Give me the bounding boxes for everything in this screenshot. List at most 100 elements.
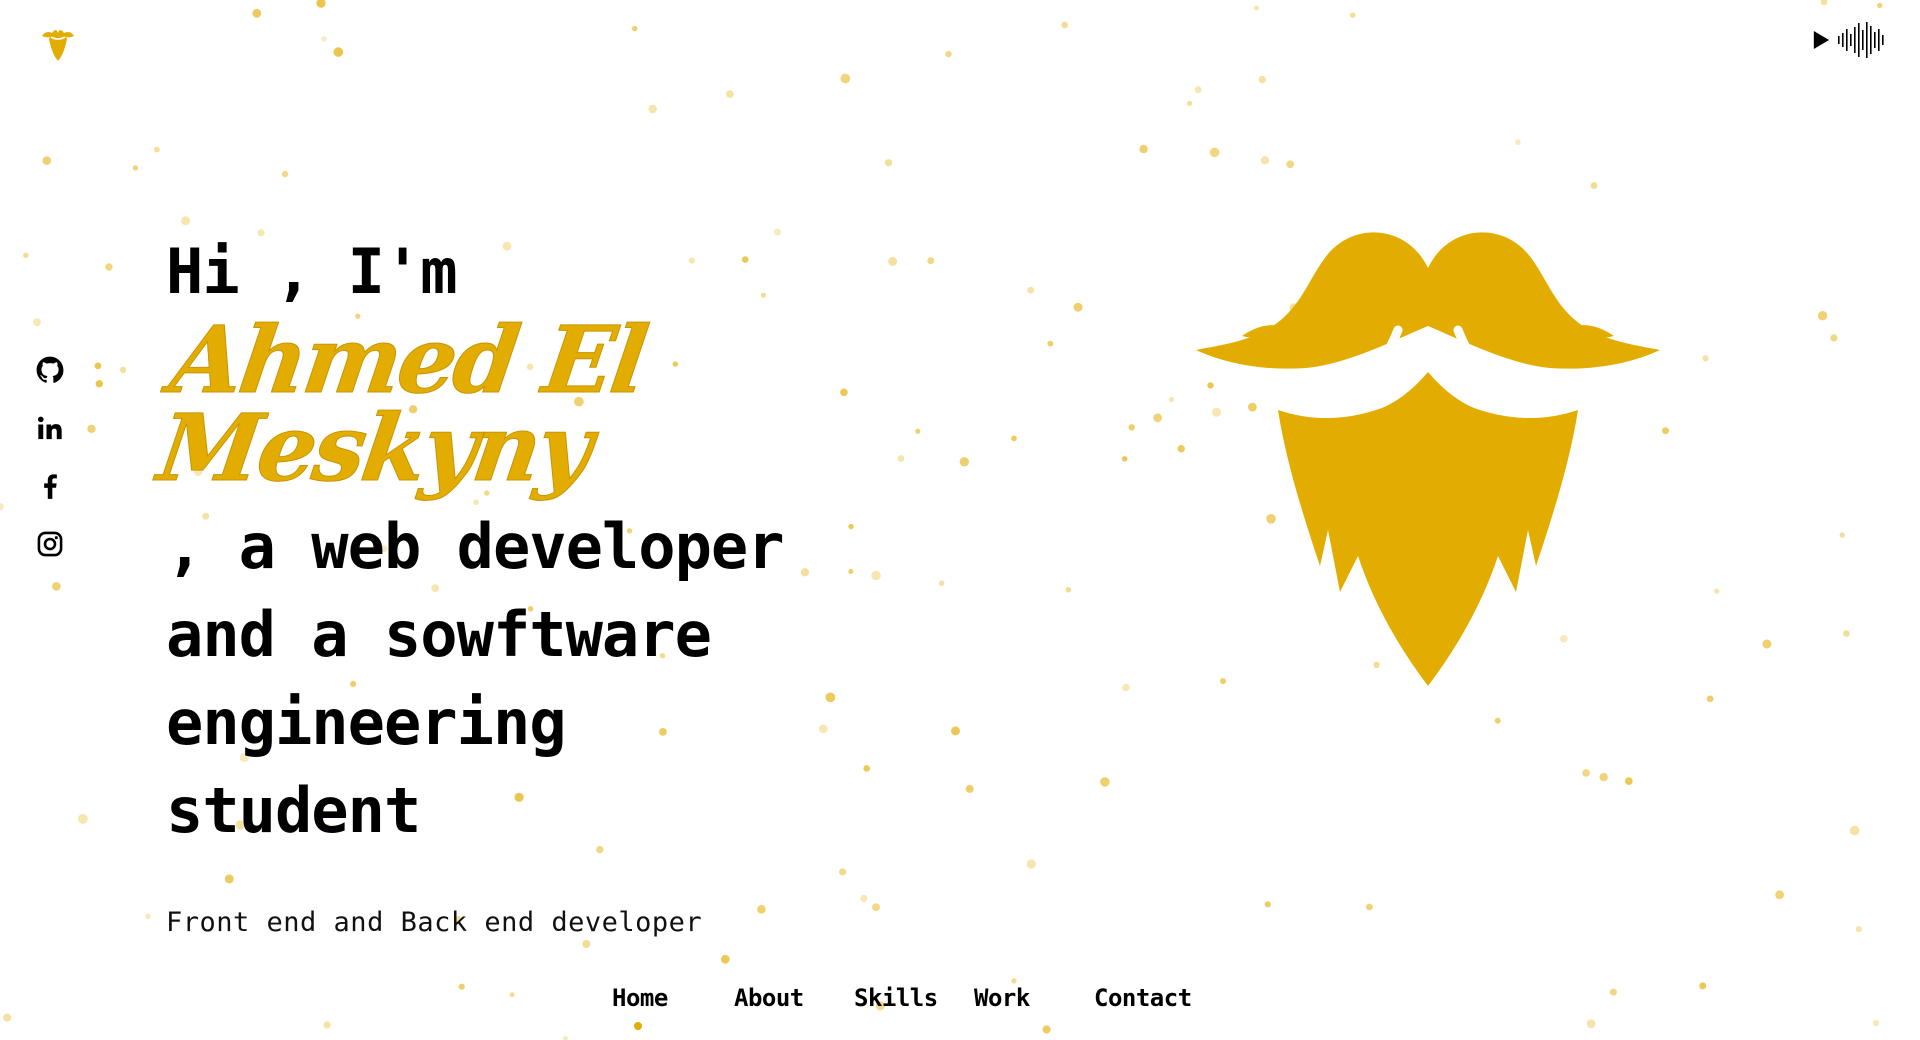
particle [1855,926,1862,933]
hero-heading: Hi , I'm Ahmed El Meskyny , a web develo… [152,228,1066,855]
nav-item-contact[interactable]: Contact [1094,984,1192,1012]
particle [1286,160,1295,169]
particle [1349,12,1356,18]
nav-item-about[interactable]: About [734,984,804,1012]
particle [1366,903,1373,911]
particle [1839,532,1845,538]
particle [1042,1025,1051,1034]
particle [1128,424,1135,431]
particle [1662,427,1669,435]
particle [1494,717,1501,724]
sound-wave-bar [1870,26,1872,54]
particle [1515,139,1521,146]
particle [582,940,591,948]
particle [321,36,327,42]
particle [1168,396,1175,403]
particle [1139,144,1148,154]
linkedin-icon [37,416,62,440]
sound-wave-bar [1878,29,1880,51]
particle [77,813,88,824]
linkedin-link[interactable] [36,414,64,442]
sound-wave-bar [1874,32,1876,48]
particle [632,25,638,32]
particle [1061,21,1068,29]
particle [1706,695,1714,703]
audio-toggle[interactable] [1812,22,1888,58]
github-icon [36,356,64,383]
sound-wave-bar [1862,30,1864,50]
particle [1260,156,1270,165]
hero: Hi , I'm Ahmed El Meskyny , a web develo… [152,228,1066,938]
particle [1843,630,1850,637]
particle [1582,769,1590,777]
nav-active-indicator [634,1022,642,1030]
nav-item-work[interactable]: Work [974,984,1030,1012]
instagram-link[interactable] [36,530,64,558]
sound-wave-icon[interactable] [1836,22,1888,58]
particle [132,165,139,171]
particle [0,503,4,511]
particle [1877,2,1883,9]
sound-wave-bar [1846,29,1848,51]
particle [1702,355,1709,362]
particle [333,47,344,57]
particle [720,954,730,964]
sound-wave-bar [1882,35,1884,45]
instagram-icon [37,531,63,557]
github-link[interactable] [36,356,64,384]
particle [1254,5,1259,11]
particle [1775,890,1784,900]
particle [1714,588,1720,594]
hero-greeting: Hi , I'm [166,235,458,308]
particle [1100,777,1110,787]
nav-item-home[interactable]: Home [612,984,668,1012]
particle [726,90,734,98]
sound-wave-bar [1866,22,1868,58]
particle [1153,413,1163,423]
particle [87,424,96,433]
particle [1073,302,1083,312]
particle [1065,587,1072,593]
hero-name: Ahmed El Meskyny [152,306,652,503]
particle [1590,182,1598,189]
page: Hi , I'm Ahmed El Meskyny , a web develo… [0,0,1920,1040]
social-links [36,356,64,558]
beard-logo-icon[interactable] [40,24,76,62]
sound-wave-bar [1850,34,1852,46]
particle [1264,901,1271,908]
particle [145,913,151,919]
sound-wave-bar [1842,33,1844,47]
hero-line-4: student [166,774,421,847]
particle [884,159,893,167]
particle [562,1036,568,1040]
particle [1599,772,1608,782]
particle [120,366,127,373]
particle [52,582,61,591]
particle [42,156,52,165]
hero-line-3: and a sowftware engineering [166,598,712,759]
particle [1122,456,1128,462]
particle [1194,86,1202,94]
facebook-link[interactable] [36,472,64,500]
particle [181,216,191,226]
hero-subtitle: Front end and Back end developer [166,907,703,938]
particle [1624,777,1633,785]
particle [840,73,851,84]
particle [945,50,952,58]
particle [95,380,104,388]
sound-wave-bar [1854,27,1856,53]
particle [154,146,160,153]
particle [316,0,326,8]
particle [648,104,657,114]
beard-mustache-icon [1196,232,1660,686]
particle [1849,825,1860,836]
main-nav: Home About Skills Work Contact [0,984,1920,1030]
particle [1209,147,1220,158]
particle [1817,311,1828,321]
sound-wave-bar [1858,23,1860,57]
particle [281,170,289,178]
particle [23,252,29,258]
particle [252,8,262,18]
nav-item-skills[interactable]: Skills [854,984,938,1012]
play-icon[interactable] [1812,30,1830,50]
